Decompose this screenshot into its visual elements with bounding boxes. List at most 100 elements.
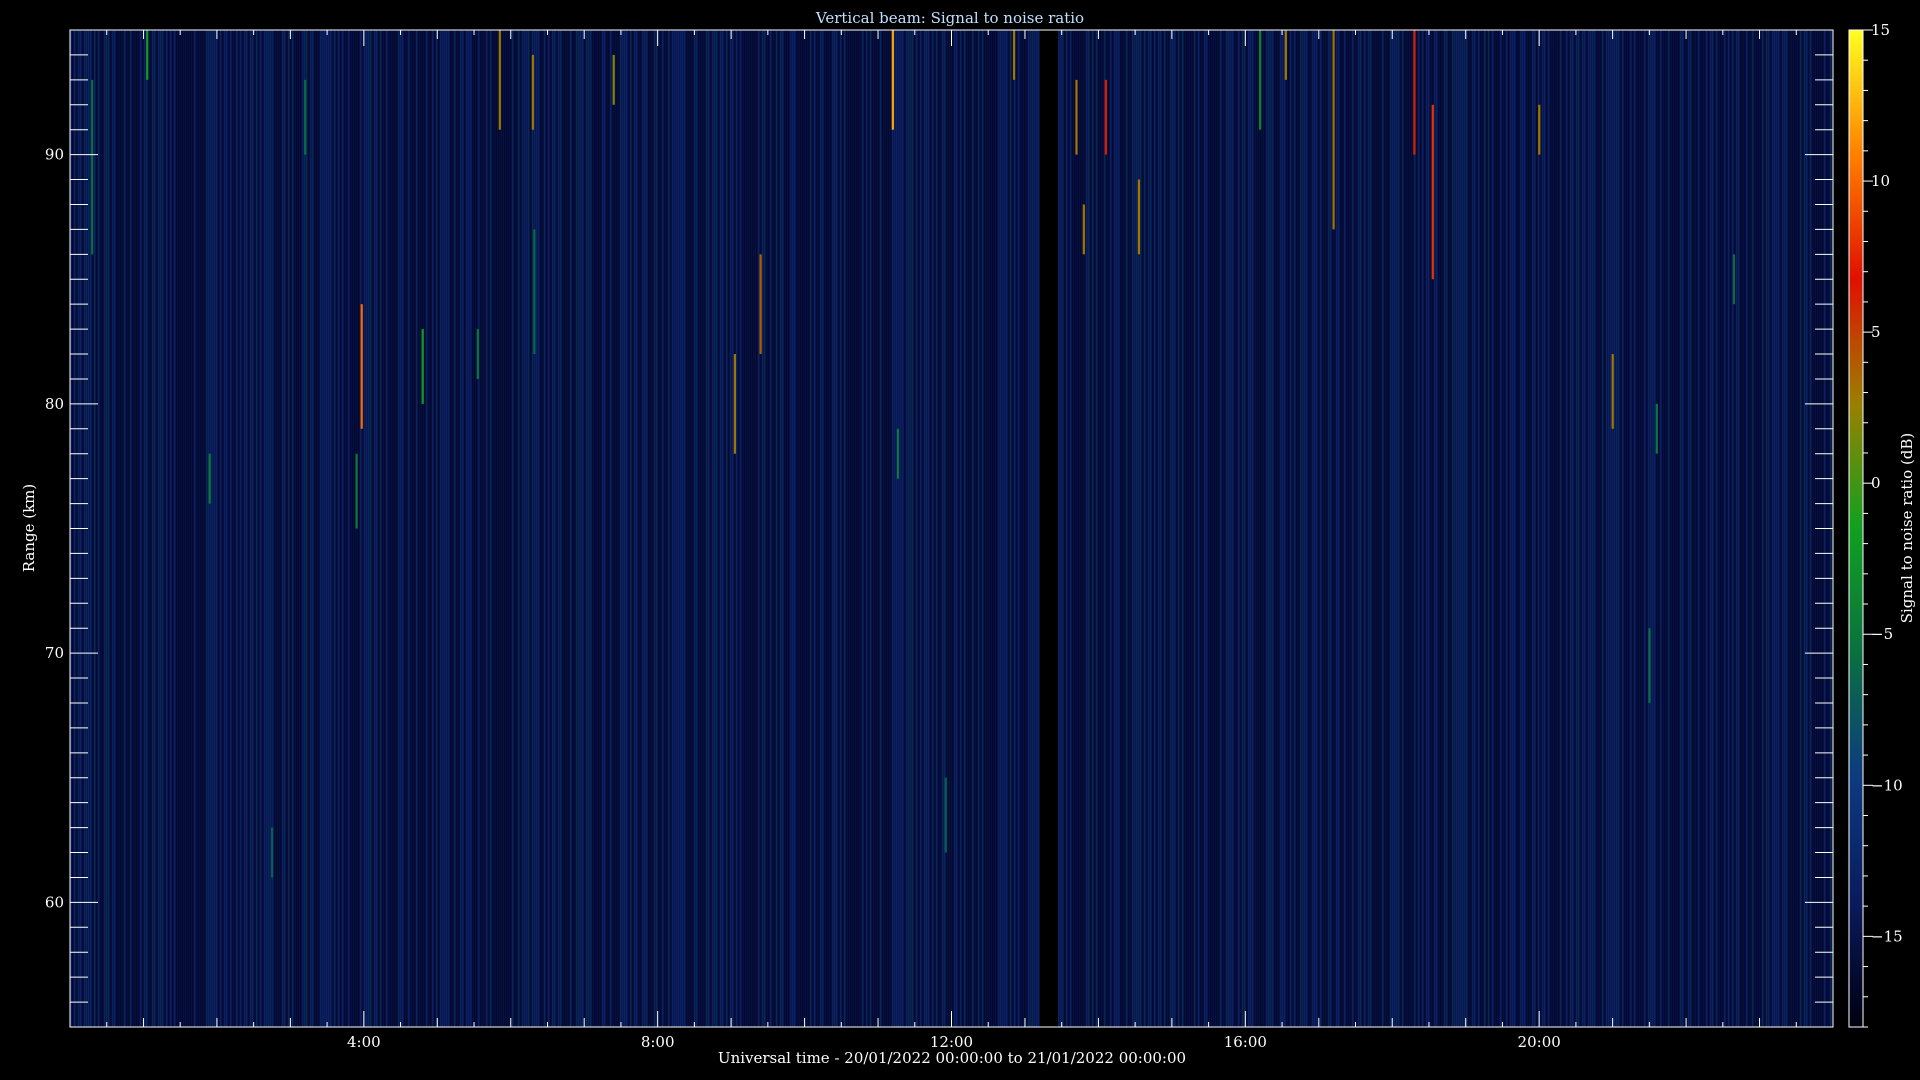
noise-stripe [1106, 30, 1108, 1027]
colorbar-ticks: 15 10 5 0 −5 −10 −15 [1863, 21, 1903, 1028]
noise-stripe [590, 30, 592, 1027]
noise-stripe [166, 30, 168, 1027]
noise-stripe [1564, 30, 1566, 1027]
colorbar-tick-label: 5 [1871, 323, 1881, 341]
noise-stripe [696, 30, 698, 1027]
snr-feature [91, 79, 94, 255]
colorbar-label: Signal to noise ratio (dB) [1898, 433, 1916, 624]
noise-stripe [532, 30, 534, 1027]
noise-stripe [624, 30, 626, 1027]
noise-stripe [1286, 30, 1288, 1027]
noise-stripe [496, 30, 498, 1027]
noise-stripe [354, 30, 356, 1027]
noise-stripe [300, 30, 302, 1027]
noise-stripe [1588, 30, 1590, 1027]
noise-stripe [658, 30, 660, 1027]
noise-stripe [1318, 30, 1320, 1027]
noise-stripe [1262, 30, 1264, 1027]
noise-stripe [1494, 30, 1496, 1027]
noise-stripe [1582, 30, 1584, 1027]
noise-stripe [754, 30, 756, 1027]
noise-stripe [1520, 30, 1522, 1027]
noise-stripe [560, 30, 562, 1027]
noise-stripe [824, 30, 826, 1027]
noise-stripe [1504, 30, 1506, 1027]
x-tick-label: 20:00 [1518, 1033, 1561, 1051]
noise-stripe [1346, 30, 1348, 1027]
noise-stripe [1614, 30, 1616, 1027]
noise-stripe [360, 30, 362, 1027]
noise-stripe [920, 30, 922, 1027]
noise-stripe [280, 30, 282, 1027]
noise-stripe [1518, 30, 1520, 1027]
noise-stripe [408, 30, 410, 1027]
noise-stripe [1484, 30, 1486, 1027]
noise-stripe [1804, 30, 1806, 1027]
noise-stripe [868, 30, 870, 1027]
noise-stripe [190, 30, 192, 1027]
noise-stripe [1680, 30, 1682, 1027]
noise-stripe [1168, 30, 1170, 1027]
noise-stripe [266, 30, 268, 1027]
snr-feature [208, 453, 211, 504]
noise-stripe [578, 30, 580, 1027]
noise-stripe [324, 30, 326, 1027]
noise-stripe [618, 30, 620, 1027]
noise-stripe [570, 30, 572, 1027]
noise-stripe [1756, 30, 1758, 1027]
noise-stripe [1156, 30, 1158, 1027]
noise-stripe [1716, 30, 1718, 1027]
noise-stripe [1430, 30, 1432, 1027]
noise-stripe [610, 30, 612, 1027]
noise-stripe [1568, 30, 1570, 1027]
noise-stripe [1596, 30, 1598, 1027]
noise-stripe [1532, 30, 1534, 1027]
noise-stripe [1028, 30, 1030, 1027]
noise-stripe [222, 30, 224, 1027]
noise-stripe [1684, 30, 1686, 1027]
noise-stripe [1024, 30, 1026, 1027]
noise-stripe [424, 30, 426, 1027]
noise-stripe [276, 30, 278, 1027]
noise-stripe [1060, 30, 1062, 1027]
noise-stripe [778, 30, 780, 1027]
noise-stripe [890, 30, 892, 1027]
noise-stripe [1512, 30, 1514, 1027]
noise-stripe [1490, 30, 1492, 1027]
noise-stripe [1714, 30, 1716, 1027]
noise-stripe [1184, 30, 1186, 1027]
noise-stripe [1276, 30, 1278, 1027]
noise-stripe [1604, 30, 1606, 1027]
noise-stripe [1460, 30, 1462, 1027]
snr-feature [533, 229, 536, 355]
noise-stripe [506, 30, 508, 1027]
noise-stripe [1132, 30, 1134, 1027]
noise-stripe [938, 30, 940, 1027]
noise-stripe [1402, 30, 1404, 1027]
noise-stripe [238, 30, 240, 1027]
noise-stripe [198, 30, 200, 1027]
noise-stripe [652, 30, 654, 1027]
noise-stripe [180, 30, 182, 1027]
noise-stripe [1198, 30, 1200, 1027]
noise-stripe [140, 30, 142, 1027]
noise-stripe [1522, 30, 1524, 1027]
noise-stripe [418, 30, 420, 1027]
noise-stripe [1696, 30, 1698, 1027]
noise-stripe [1764, 30, 1766, 1027]
noise-stripe [1704, 30, 1706, 1027]
noise-stripe [1250, 30, 1252, 1027]
noise-stripe [1630, 30, 1632, 1027]
noise-stripe [608, 30, 610, 1027]
noise-stripe [1708, 30, 1710, 1027]
noise-stripe [1688, 30, 1690, 1027]
noise-stripe [446, 30, 448, 1027]
snr-feature [1648, 628, 1651, 703]
noise-stripe [1384, 30, 1386, 1027]
noise-stripe [138, 30, 140, 1027]
noise-stripe [1260, 30, 1262, 1027]
noise-stripe [710, 30, 712, 1027]
noise-stripe [1762, 30, 1764, 1027]
noise-stripe [452, 30, 454, 1027]
noise-stripe [426, 30, 428, 1027]
